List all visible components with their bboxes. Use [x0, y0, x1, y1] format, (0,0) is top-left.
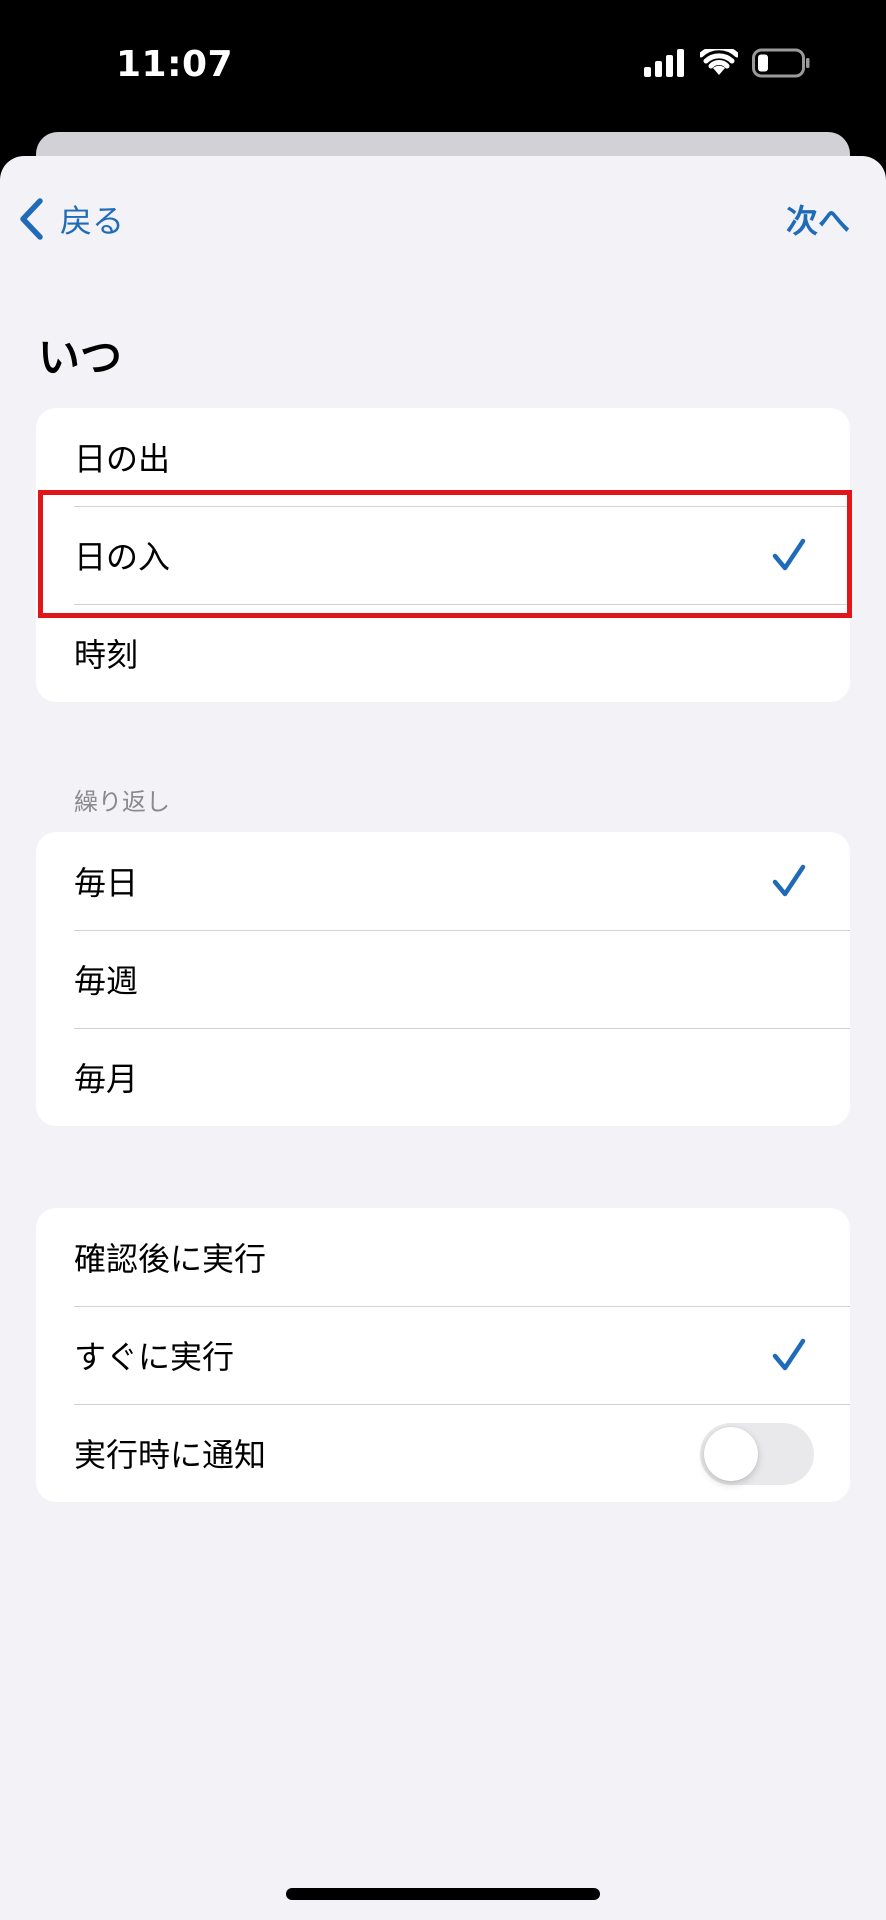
run-after-confirmation[interactable]: 確認後に実行 — [36, 1208, 850, 1306]
repeat-weekly[interactable]: 毎週 — [36, 930, 850, 1028]
chevron-left-icon — [20, 198, 43, 240]
status-icons — [644, 45, 810, 82]
run-options-group: 確認後に実行 すぐに実行 実行時に通知 — [36, 1208, 850, 1502]
option-label: 毎日 — [74, 864, 139, 902]
status-time: 11:07 — [116, 44, 234, 85]
toggle-knob — [704, 1427, 758, 1481]
notify-toggle[interactable] — [700, 1423, 814, 1485]
checkmark-icon — [772, 538, 806, 571]
option-sunrise[interactable]: 日の出 — [36, 408, 850, 506]
option-label: 実行時に通知 — [74, 1436, 267, 1474]
status-bar: 11:07 — [0, 0, 886, 130]
back-button[interactable]: 戻る — [18, 196, 124, 242]
when-options-group: 日の出 日の入 時刻 — [36, 408, 850, 702]
option-label: 日の入 — [74, 538, 171, 576]
option-label: 毎月 — [74, 1060, 139, 1098]
option-label: 日の出 — [74, 440, 171, 478]
cellular-signal-icon — [644, 49, 686, 81]
battery-low-icon — [752, 48, 810, 82]
checkmark-icon — [772, 864, 806, 897]
back-label: 戻る — [60, 202, 125, 240]
next-button[interactable]: 次へ — [786, 196, 850, 242]
option-label: 確認後に実行 — [74, 1240, 267, 1278]
option-label: すぐに実行 — [74, 1338, 235, 1376]
notify-when-run-row: 実行時に通知 — [36, 1404, 850, 1502]
option-label: 毎週 — [74, 962, 139, 1000]
wifi-icon — [698, 45, 740, 81]
option-sunset[interactable]: 日の入 — [36, 506, 850, 604]
home-indicator — [286, 1888, 600, 1900]
repeat-options-group: 毎日 毎週 毎月 — [36, 832, 850, 1126]
repeat-daily[interactable]: 毎日 — [36, 832, 850, 930]
repeat-section-header: 繰り返し — [74, 788, 170, 816]
option-time-of-day[interactable]: 時刻 — [36, 604, 850, 702]
page-title: いつ — [38, 333, 123, 382]
repeat-monthly[interactable]: 毎月 — [36, 1028, 850, 1126]
run-immediately[interactable]: すぐに実行 — [36, 1306, 850, 1404]
option-label: 時刻 — [74, 636, 139, 674]
checkmark-icon — [772, 1338, 806, 1371]
